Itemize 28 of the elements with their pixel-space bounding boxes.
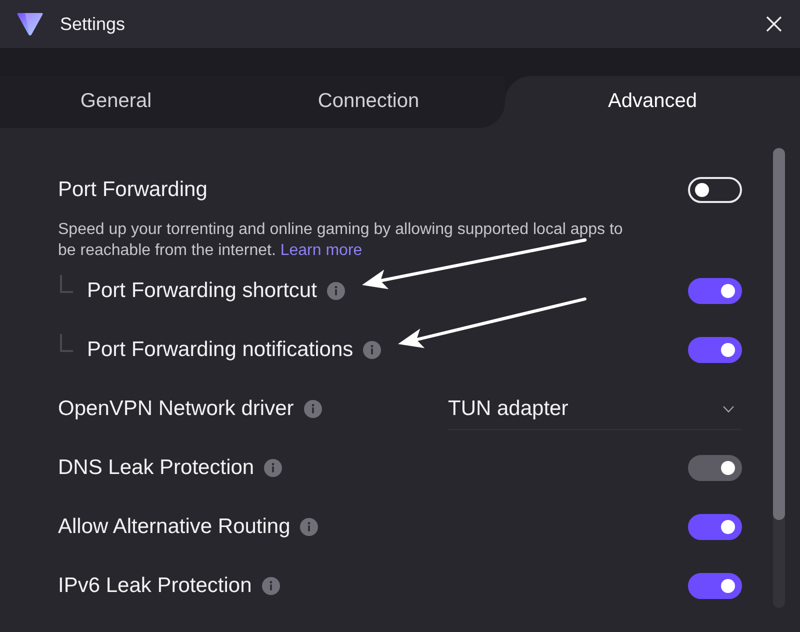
setting-label: DNS Leak Protection [58, 456, 254, 480]
setting-label: IPv6 Leak Protection [58, 574, 252, 598]
chevron-down-icon [723, 406, 734, 412]
scrollbar-track[interactable] [773, 148, 785, 608]
setting-label: Port Forwarding [58, 178, 208, 202]
close-button[interactable] [766, 16, 782, 32]
toggle-switch[interactable] [688, 336, 742, 362]
info-icon[interactable] [363, 340, 382, 358]
window-title: Settings [60, 14, 126, 34]
toggle-switch[interactable] [688, 572, 742, 598]
driver-dropdown[interactable]: TUN adapter [448, 390, 742, 430]
scrollbar-thumb[interactable] [773, 148, 785, 520]
setting-label: Port Forwarding notifications [87, 338, 354, 362]
setting-label: Allow Alternative Routing [58, 514, 290, 538]
learn-more-link[interactable]: Learn more [280, 242, 362, 259]
toggle-switch[interactable] [688, 514, 742, 540]
toggle-switch[interactable] [688, 278, 742, 304]
app-logo-icon [16, 11, 44, 37]
info-icon[interactable] [326, 282, 345, 300]
setting-label: OpenVPN Network driver [58, 396, 294, 420]
setting-label: Port Forwarding shortcut [87, 278, 317, 302]
info-icon[interactable] [304, 400, 322, 418]
indent-connector-icon [60, 275, 73, 293]
close-icon [766, 16, 782, 32]
info-icon[interactable] [300, 518, 318, 536]
info-icon[interactable] [262, 576, 280, 594]
setting-description: Speed up your torrenting and online gaming by allowing supported local apps to be reachable from the internet. Learn more [58, 220, 624, 261]
indent-connector-icon [60, 334, 73, 352]
